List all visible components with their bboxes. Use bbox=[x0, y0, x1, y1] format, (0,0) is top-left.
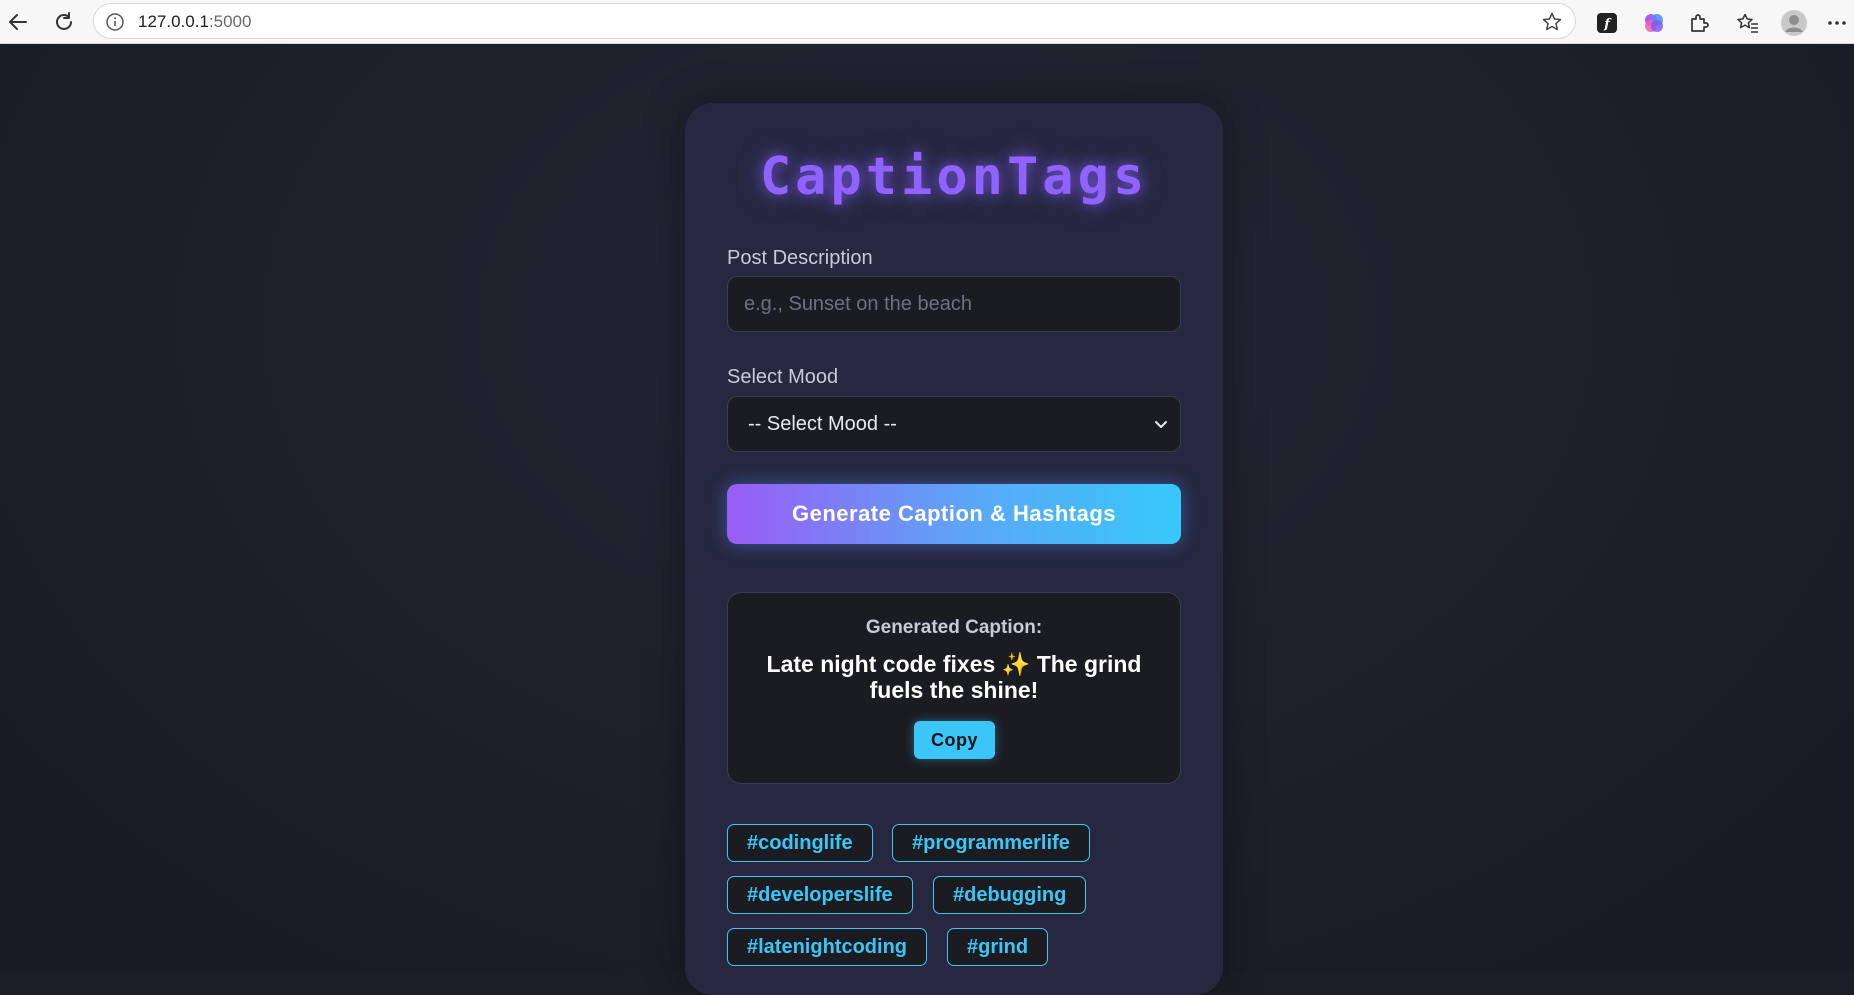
hashtag-chip[interactable]: #debugging bbox=[933, 876, 1087, 914]
app-logo: CaptionTags bbox=[759, 147, 1149, 207]
mood-select[interactable]: -- Select Mood -- bbox=[727, 396, 1181, 452]
url-port: :5000 bbox=[208, 12, 252, 31]
copilot-icon[interactable] bbox=[1637, 6, 1671, 40]
app-card: CaptionTags Post Description Select Mood… bbox=[685, 103, 1223, 995]
chevron-down-icon bbox=[1154, 413, 1168, 436]
star-icon[interactable] bbox=[1541, 11, 1563, 38]
fx-extension-icon[interactable]: f bbox=[1590, 6, 1624, 40]
post-description-input[interactable] bbox=[727, 276, 1181, 332]
browser-toolbar: 127.0.0.1:5000 f bbox=[0, 0, 1854, 44]
url-host: 127.0.0.1 bbox=[138, 12, 209, 31]
result-title: Generated Caption: bbox=[865, 617, 1043, 638]
favorites-icon[interactable] bbox=[1731, 6, 1765, 40]
post-description-label: Post Description bbox=[727, 247, 873, 269]
info-icon[interactable] bbox=[105, 12, 125, 32]
copy-button[interactable]: Copy bbox=[914, 721, 995, 759]
hashtag-chip[interactable]: #programmerlife bbox=[892, 824, 1090, 862]
mood-label: Select Mood bbox=[727, 366, 839, 388]
more-menu-icon[interactable] bbox=[1820, 6, 1854, 40]
mood-selected-value: -- Select Mood -- bbox=[748, 412, 897, 435]
hashtag-chip[interactable]: #latenightcoding bbox=[727, 928, 927, 966]
hashtag-chip[interactable]: #codinglife bbox=[727, 824, 873, 862]
url-text: 127.0.0.1:5000 bbox=[138, 12, 251, 32]
hashtag-chip[interactable]: #developerslife bbox=[727, 876, 913, 914]
generated-caption: Late night code fixes ✨ The grind fuels … bbox=[766, 651, 1142, 703]
result-box: Generated Caption: Late night code fixes… bbox=[727, 592, 1181, 784]
address-bar[interactable]: 127.0.0.1:5000 bbox=[93, 3, 1576, 39]
back-arrow-icon[interactable] bbox=[2, 6, 34, 38]
puzzle-extensions-icon[interactable] bbox=[1682, 6, 1716, 40]
reload-icon[interactable] bbox=[48, 6, 80, 38]
profile-avatar-icon[interactable] bbox=[1777, 6, 1811, 40]
generate-button[interactable]: Generate Caption & Hashtags bbox=[727, 484, 1181, 544]
page-background: CaptionTags Post Description Select Mood… bbox=[0, 44, 1854, 995]
hashtag-chip[interactable]: #grind bbox=[947, 928, 1049, 966]
